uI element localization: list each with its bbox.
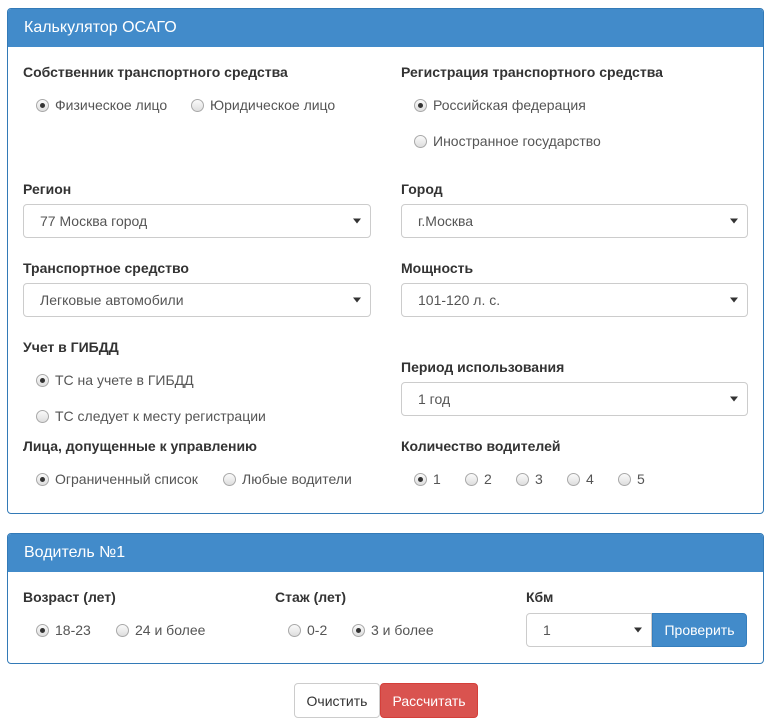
experience-radio-3-plus[interactable]: 3 и более bbox=[352, 622, 434, 638]
radio-selected-icon bbox=[414, 472, 427, 486]
gibdd-radio-registered[interactable]: ТС на учете в ГИБДД bbox=[36, 372, 194, 388]
registration-label: Регистрация транспортного средства bbox=[401, 64, 663, 80]
region-value: 77 Москва город bbox=[40, 213, 148, 229]
vehicle-select[interactable]: Легковые автомобили bbox=[23, 283, 371, 317]
radio-unselected-icon bbox=[516, 472, 529, 486]
region-select[interactable]: 77 Москва город bbox=[23, 204, 371, 238]
drivers-count-radio-5[interactable]: 5 bbox=[618, 471, 645, 487]
period-label: Период использования bbox=[401, 359, 565, 375]
radio-unselected-icon bbox=[36, 409, 49, 423]
persons-label: Лица, допущенные к управлению bbox=[23, 438, 258, 454]
gibdd-option-transit: ТС следует к месту регистрации bbox=[55, 408, 266, 424]
power-select[interactable]: 101-120 л. с. bbox=[401, 283, 748, 317]
gibdd-label: Учет в ГИБДД bbox=[23, 339, 119, 355]
power-label: Мощность bbox=[401, 260, 474, 276]
persons-radio-limited[interactable]: Ограниченный список bbox=[36, 471, 198, 487]
dropdown-caret-icon bbox=[634, 627, 642, 633]
calculate-button[interactable]: Рассчитать bbox=[380, 683, 478, 718]
driver-panel-heading: Водитель №1 bbox=[8, 534, 763, 572]
age-radio-18-23[interactable]: 18-23 bbox=[36, 622, 91, 638]
age-radio-24-plus[interactable]: 24 и более bbox=[116, 622, 205, 638]
drivers-count-option: 3 bbox=[535, 471, 543, 487]
owner-label: Собственник транспортного средства bbox=[23, 64, 288, 80]
radio-unselected-icon bbox=[116, 623, 129, 637]
gibdd-option-registered: ТС на учете в ГИБДД bbox=[55, 372, 194, 388]
period-value: 1 год bbox=[418, 391, 451, 407]
radio-unselected-icon bbox=[414, 134, 427, 148]
registration-option-russia: Российская федерация bbox=[433, 97, 586, 113]
radio-selected-icon bbox=[352, 623, 365, 637]
radio-selected-icon bbox=[36, 373, 49, 387]
experience-option-3-plus: 3 и более bbox=[371, 622, 434, 638]
kbm-check-button[interactable]: Проверить bbox=[652, 613, 747, 647]
drivers-count-option: 2 bbox=[484, 471, 492, 487]
dropdown-caret-icon bbox=[730, 297, 738, 303]
owner-radio-individual[interactable]: Физическое лицо bbox=[36, 97, 167, 113]
age-option-24-plus: 24 и более bbox=[135, 622, 206, 638]
city-value: г.Москва bbox=[418, 213, 474, 229]
drivers-count-radio-3[interactable]: 3 bbox=[516, 471, 543, 487]
owner-option-legal: Юридическое лицо bbox=[210, 97, 336, 113]
drivers-count-option: 4 bbox=[586, 471, 594, 487]
radio-unselected-icon bbox=[191, 98, 204, 112]
radio-selected-icon bbox=[414, 98, 427, 112]
city-label: Город bbox=[401, 181, 443, 197]
drivers-count-radio-1[interactable]: 1 bbox=[414, 471, 441, 487]
radio-unselected-icon bbox=[223, 472, 236, 486]
radio-unselected-icon bbox=[567, 472, 580, 486]
experience-option-0-2: 0-2 bbox=[307, 622, 328, 638]
dropdown-caret-icon bbox=[353, 297, 361, 303]
power-value: 101-120 л. с. bbox=[418, 292, 501, 308]
period-select[interactable]: 1 год bbox=[401, 382, 748, 416]
vehicle-value: Легковые автомобили bbox=[40, 292, 184, 308]
registration-radio-foreign[interactable]: Иностранное государство bbox=[414, 133, 601, 149]
persons-option-any: Любые водители bbox=[242, 471, 352, 487]
registration-radio-russia[interactable]: Российская федерация bbox=[414, 97, 586, 113]
dropdown-caret-icon bbox=[353, 218, 361, 224]
calculator-panel-heading: Калькулятор ОСАГО bbox=[8, 9, 763, 47]
owner-option-individual: Физическое лицо bbox=[55, 97, 168, 113]
driver-title: Водитель №1 bbox=[24, 544, 126, 561]
drivers-count-option: 5 bbox=[637, 471, 645, 487]
dropdown-caret-icon bbox=[730, 396, 738, 402]
radio-selected-icon bbox=[36, 472, 49, 486]
owner-radio-legal[interactable]: Юридическое лицо bbox=[191, 97, 335, 113]
age-option-18-23: 18-23 bbox=[55, 622, 91, 638]
radio-selected-icon bbox=[36, 98, 49, 112]
vehicle-label: Транспортное средство bbox=[23, 260, 189, 276]
registration-option-foreign: Иностранное государство bbox=[433, 133, 601, 149]
region-label: Регион bbox=[23, 181, 72, 197]
radio-unselected-icon bbox=[618, 472, 631, 486]
age-label: Возраст (лет) bbox=[23, 589, 116, 605]
drivers-count-radio-4[interactable]: 4 bbox=[567, 471, 594, 487]
clear-button[interactable]: Очистить bbox=[294, 683, 380, 718]
kbm-value: 1 bbox=[543, 622, 551, 638]
drivers-count-label: Количество водителей bbox=[401, 438, 561, 454]
experience-radio-0-2[interactable]: 0-2 bbox=[288, 622, 327, 638]
drivers-count-radio-2[interactable]: 2 bbox=[465, 471, 492, 487]
radio-unselected-icon bbox=[465, 472, 478, 486]
radio-unselected-icon bbox=[288, 623, 301, 637]
dropdown-caret-icon bbox=[730, 218, 738, 224]
gibdd-radio-transit[interactable]: ТС следует к месту регистрации bbox=[36, 408, 266, 424]
city-select[interactable]: г.Москва bbox=[401, 204, 748, 238]
calculator-title: Калькулятор ОСАГО bbox=[24, 19, 177, 36]
radio-selected-icon bbox=[36, 623, 49, 637]
persons-radio-any[interactable]: Любые водители bbox=[223, 471, 352, 487]
kbm-select[interactable]: 1 bbox=[526, 613, 652, 647]
kbm-label: Кбм bbox=[526, 589, 554, 605]
drivers-count-option: 1 bbox=[433, 471, 441, 487]
experience-label: Стаж (лет) bbox=[275, 589, 347, 605]
persons-option-limited: Ограниченный список bbox=[55, 471, 198, 487]
